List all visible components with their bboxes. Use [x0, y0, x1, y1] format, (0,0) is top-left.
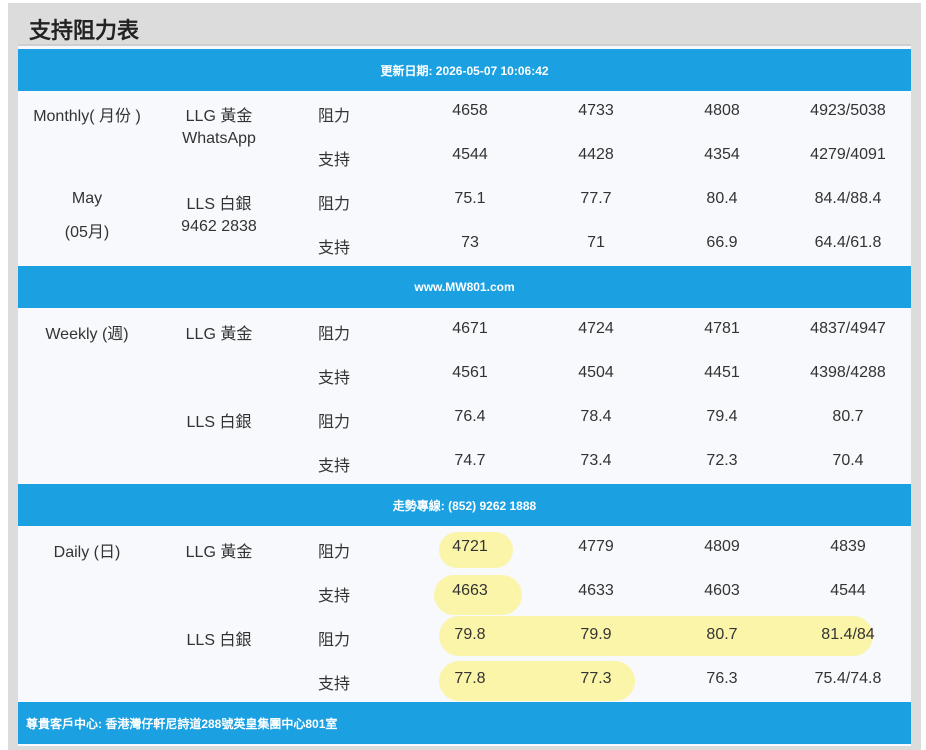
- level-4: 4398/4288: [810, 364, 886, 381]
- level-2: 4633: [578, 582, 614, 599]
- support-resistance-table: 更新日期: 2026-05-07 10:06:42 Monthly( 月份 ) …: [18, 46, 911, 746]
- row-type: 支持: [318, 588, 351, 605]
- level-3: 4809: [704, 538, 740, 555]
- level-3: 4808: [704, 102, 740, 119]
- level-3: 4781: [704, 320, 740, 337]
- level-1: 4721: [452, 538, 488, 555]
- level-4: 4837/4947: [810, 320, 886, 337]
- monthly-month-label: May: [71, 190, 103, 207]
- row-type: 阻力: [318, 544, 351, 561]
- level-3: 72.3: [706, 452, 738, 469]
- level-1: 4671: [452, 320, 488, 337]
- row-type: 阻力: [318, 196, 351, 213]
- level-2: 4779: [578, 538, 614, 555]
- level-4: 80.7: [832, 408, 864, 425]
- level-2: 79.9: [580, 626, 612, 643]
- level-3: 80.4: [706, 190, 738, 207]
- level-1: 79.8: [454, 626, 486, 643]
- daily-lls-label: LLS 白銀: [186, 632, 252, 649]
- monthly-llg-label: LLG 黃金: [185, 108, 253, 125]
- row-type: 阻力: [318, 632, 351, 649]
- monthly-month-number: (05月): [64, 224, 110, 241]
- weekly-period-label: Weekly (週): [45, 326, 129, 343]
- row-type: 支持: [318, 458, 351, 475]
- level-3: 79.4: [706, 408, 738, 425]
- level-2: 71: [587, 234, 605, 251]
- monthly-period-label: Monthly( 月份 ): [33, 108, 141, 125]
- level-4: 64.4/61.8: [814, 234, 882, 251]
- weekly-lls-label: LLS 白銀: [186, 414, 252, 431]
- level-1: 74.7: [454, 452, 486, 469]
- row-type: 阻力: [318, 414, 351, 431]
- address-bar: 尊貴客戶中心: 香港灣仔軒尼詩道288號英皇集團中心801室: [18, 702, 911, 744]
- level-1: 4658: [452, 102, 488, 119]
- level-1: 73: [461, 234, 479, 251]
- level-1: 75.1: [454, 190, 486, 207]
- monthly-lls-label: LLS 白銀: [186, 196, 252, 213]
- level-4: 75.4/74.8: [814, 670, 882, 687]
- level-4: 70.4: [832, 452, 864, 469]
- daily-llg-label: LLG 黃金: [185, 544, 253, 561]
- level-2: 4428: [578, 146, 614, 163]
- level-4: 4839: [830, 538, 866, 555]
- row-type: 支持: [318, 152, 351, 169]
- level-2: 4504: [578, 364, 614, 381]
- level-2: 73.4: [580, 452, 612, 469]
- update-date-bar: 更新日期: 2026-05-07 10:06:42: [18, 49, 911, 91]
- level-3: 4451: [704, 364, 740, 381]
- weekly-llg-label: LLG 黃金: [185, 326, 253, 343]
- level-4: 4923/5038: [810, 102, 886, 119]
- level-3: 76.3: [706, 670, 738, 687]
- level-1: 77.8: [454, 670, 486, 687]
- level-2: 78.4: [580, 408, 612, 425]
- level-4: 84.4/88.4: [814, 190, 882, 207]
- level-4: 4544: [830, 582, 866, 599]
- level-3: 4354: [704, 146, 740, 163]
- row-type: 支持: [318, 240, 351, 257]
- level-3: 4603: [704, 582, 740, 599]
- page-title: 支持阻力表: [29, 18, 140, 43]
- row-type: 支持: [318, 370, 351, 387]
- level-1: 4663: [452, 582, 488, 599]
- level-2: 4724: [578, 320, 614, 337]
- row-type: 阻力: [318, 326, 351, 343]
- level-2: 77.7: [580, 190, 612, 207]
- level-2: 77.3: [580, 670, 612, 687]
- level-4: 4279/4091: [810, 146, 886, 163]
- level-1: 4544: [452, 146, 488, 163]
- row-type: 支持: [318, 676, 351, 693]
- daily-period-label: Daily (日): [53, 544, 121, 561]
- website-bar: www.MW801.com: [18, 266, 911, 308]
- level-4: 81.4/84: [821, 626, 875, 643]
- row-type: 阻力: [318, 108, 351, 125]
- whatsapp-phone: 9462 2838: [181, 218, 257, 235]
- level-3: 80.7: [706, 626, 738, 643]
- whatsapp-label: WhatsApp: [182, 130, 256, 147]
- level-1: 76.4: [454, 408, 486, 425]
- level-1: 4561: [452, 364, 488, 381]
- level-2: 4733: [578, 102, 614, 119]
- level-3: 66.9: [706, 234, 738, 251]
- hotline-bar: 走勢專線: (852) 9262 1888: [18, 484, 911, 526]
